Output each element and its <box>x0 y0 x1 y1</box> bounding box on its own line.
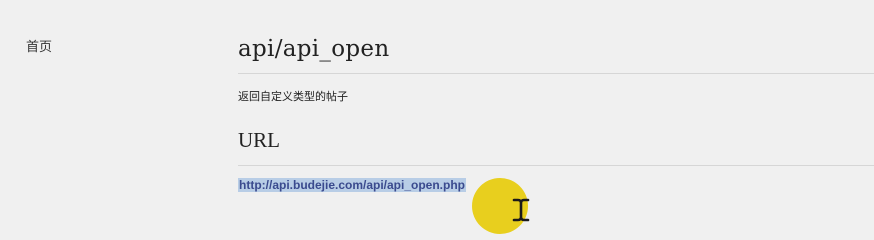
main-content: api/api_open 返回自定义类型的帖子 URL http://api.b… <box>238 0 874 222</box>
url-section-heading: URL <box>238 128 280 152</box>
api-description: 返回自定义类型的帖子 <box>238 90 348 103</box>
page-title: api/api_open <box>238 36 390 62</box>
sidebar: 首页 <box>0 0 200 222</box>
url-divider <box>238 165 874 166</box>
api-url-link[interactable]: http://api.budejie.com/api/api_open.php <box>238 178 467 192</box>
title-divider <box>238 73 874 74</box>
text-cursor-icon <box>512 198 530 222</box>
sidebar-item-home[interactable]: 首页 <box>26 36 52 55</box>
